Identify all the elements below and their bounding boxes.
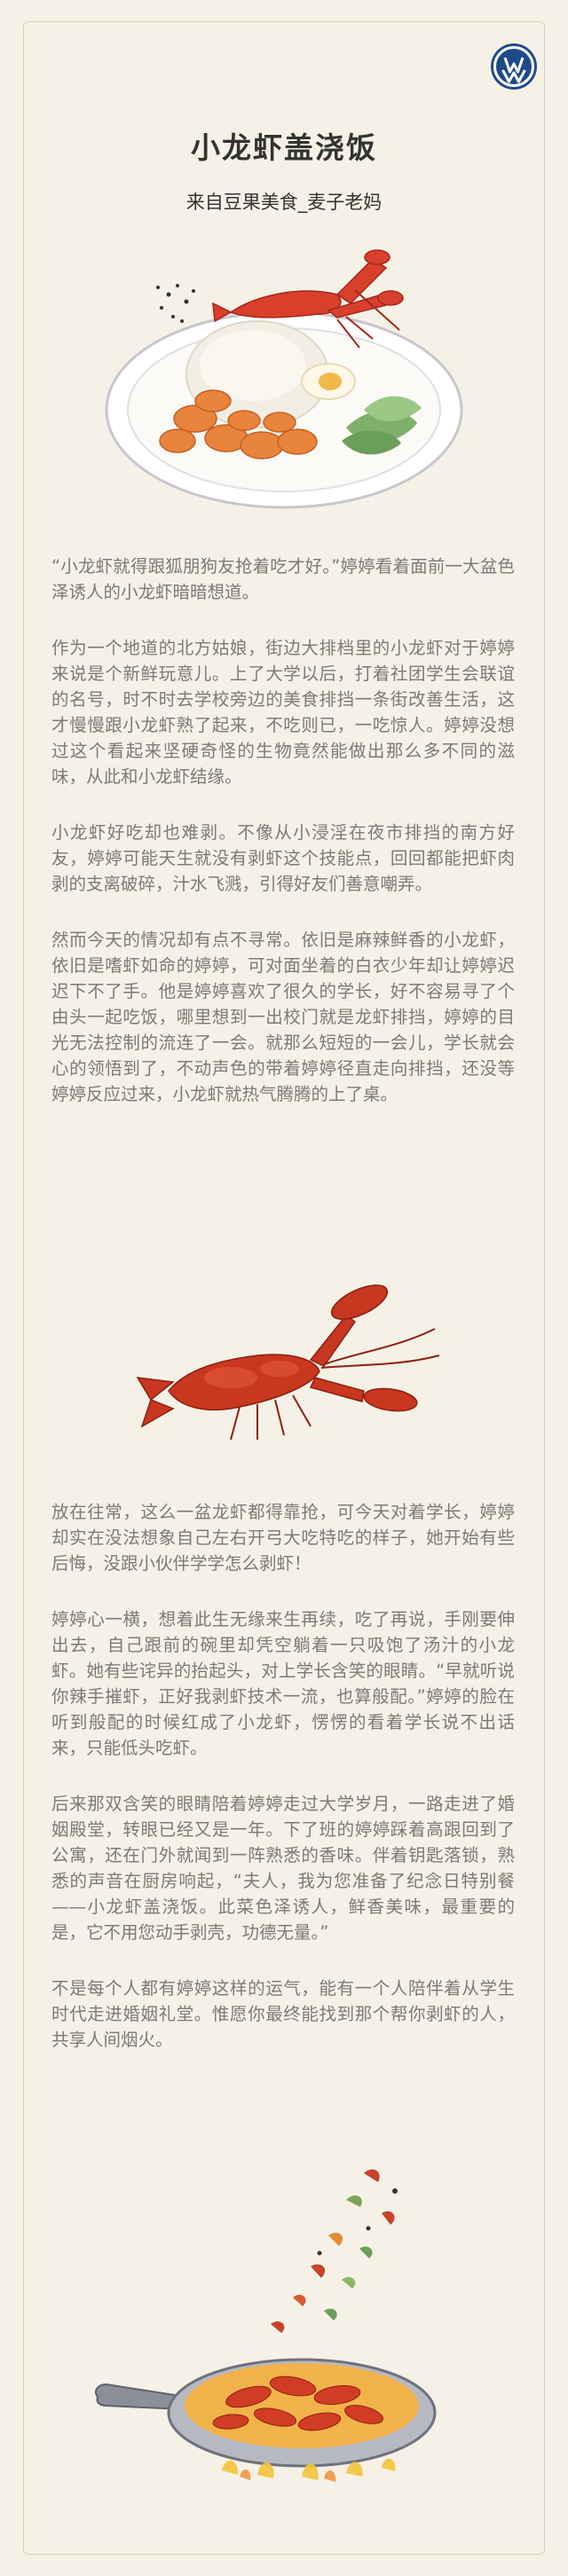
- paragraph: 放在往常，这么一盆龙虾都得靠抢，可今天对着学长，婷婷却实在没法想象自己左右开弓大…: [51, 1502, 515, 1574]
- paragraph: 后来那双含笑的眼睛陪着婷婷走过大学岁月，一路走进了婚姻殿堂，转眼已经又是一年。下…: [51, 1794, 515, 1943]
- article-section-2: 放在往常，这么一盆龙虾都得靠抢，可今天对着学长，婷婷却实在没法想象自己左右开弓大…: [51, 1499, 515, 2083]
- page-title: 小龙虾盖浇饭: [191, 130, 377, 165]
- paragraph: “小龙虾就得跟狐朋狗友抢着吃才好。”婷婷看着面前一大盆色泽诱人的小龙虾暗暗想道。: [51, 556, 515, 602]
- paragraph: 小龙虾好吃却也难剥。不像从小浸淫在夜市排挡的南方好友，婷婷可能天生就没有剥虾这个…: [51, 822, 515, 894]
- crayfish-rice-plate-illustration: [105, 249, 463, 509]
- page-subtitle: 来自豆果美食_麦子老妈: [185, 192, 383, 213]
- crayfish-illustration: [136, 1284, 440, 1441]
- paragraph: 作为一个地道的北方姑娘，街边大排档里的小龙虾对于婷婷来说是个新鲜玩意儿。上了大学…: [51, 638, 515, 787]
- paragraph: 婷婷心一横，想着此生无缘来生再续，吃了再说，手刚要伸出去，自己跟前的碗里却凭空躺…: [51, 1609, 515, 1758]
- article-page: 小龙虾盖浇饭 来自豆果美食_麦子老妈 “小龙虾就得跟狐朋狗友抢着吃才好。”婷婷看…: [0, 0, 568, 2576]
- paragraph: 然而今天的情况却有点不寻常。依旧是麻辣鲜香的小龙虾，依旧是嗜虾如命的婷婷，可对面…: [51, 930, 515, 1104]
- paragraph: 不是每个人都有婷婷这样的运气，能有一个人陪伴着从学生时代走进婚姻礼堂。惟愿你最终…: [51, 1978, 515, 2050]
- volkswagen-logo: [491, 43, 537, 90]
- crayfish-pan-illustration: [95, 2169, 437, 2482]
- article-section-1: “小龙虾就得跟狐朋狗友抢着吃才好。”婷婷看着面前一大盆色泽诱人的小龙虾暗暗想道。…: [51, 554, 515, 1137]
